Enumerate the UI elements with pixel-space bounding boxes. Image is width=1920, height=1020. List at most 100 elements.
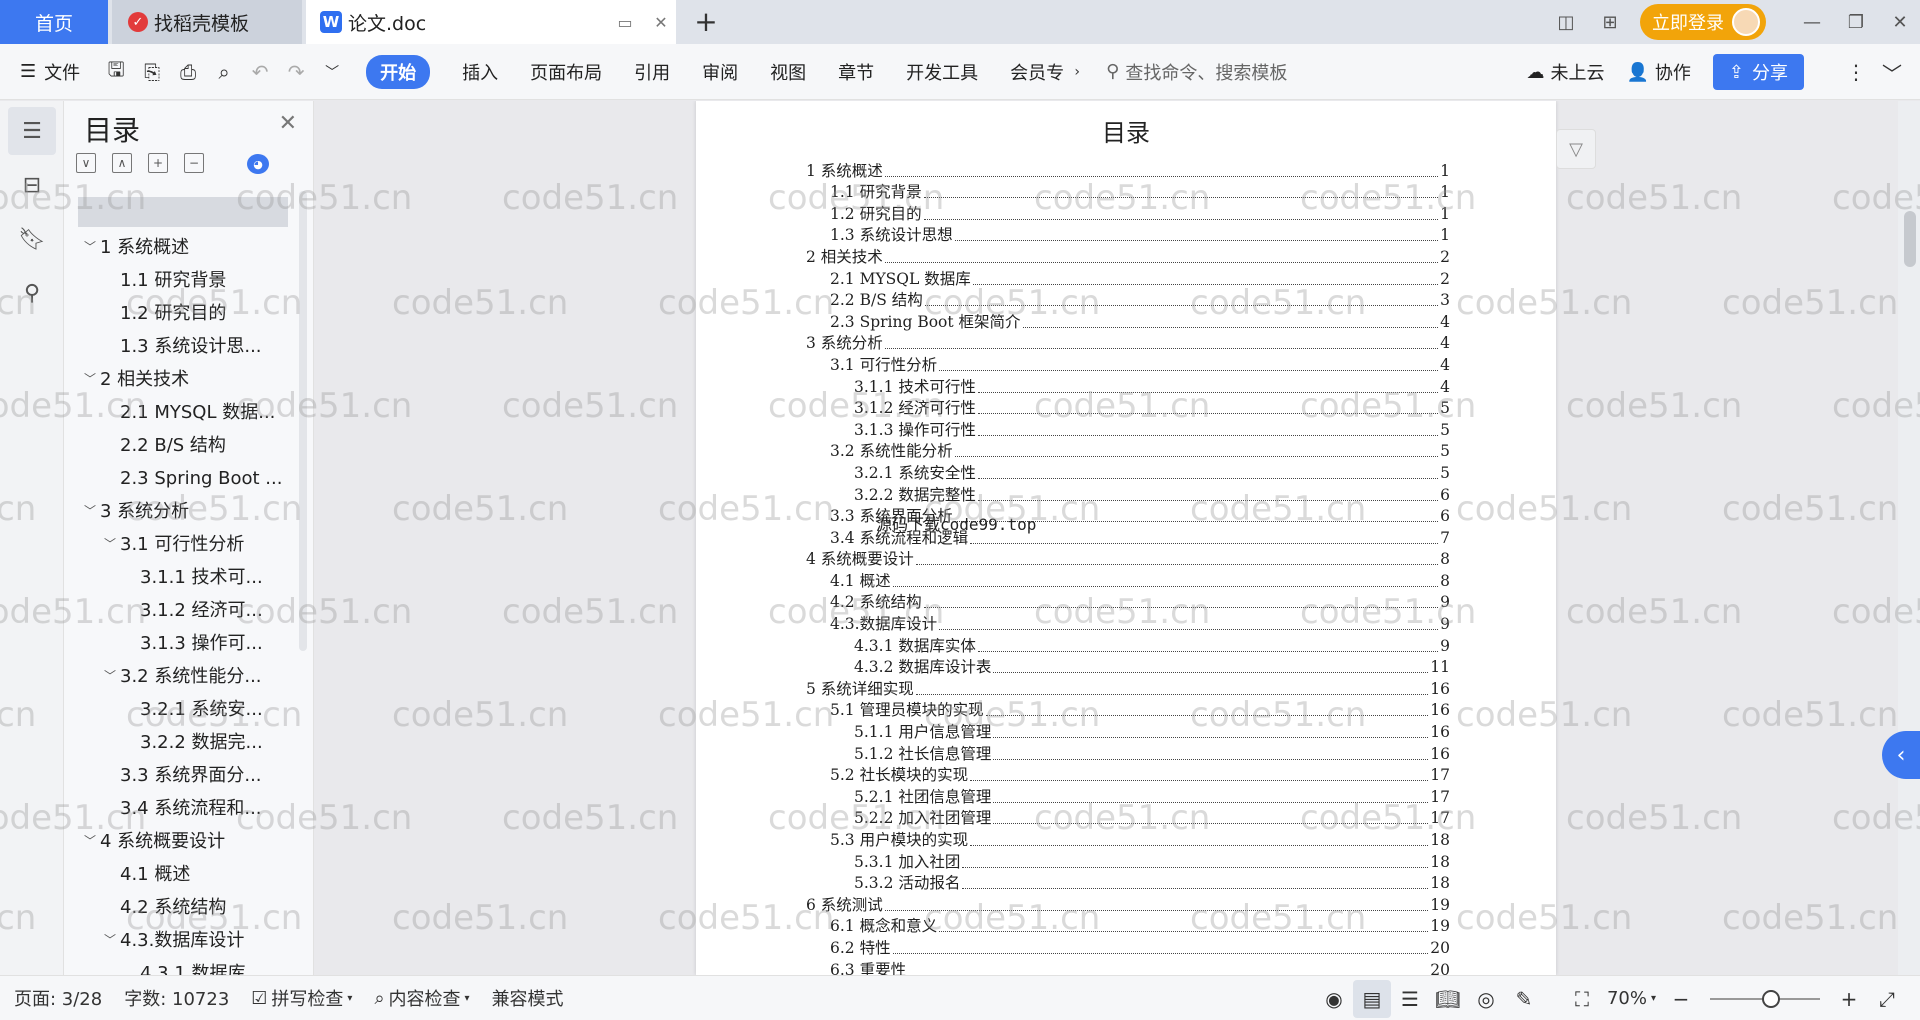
page-count[interactable]: 页面: 3/28	[14, 985, 102, 1011]
toc-panel-item[interactable]: 3.3 系统界面分...	[64, 759, 290, 792]
zoom-slider[interactable]	[1710, 989, 1820, 1008]
reading-view-icon[interactable]: 📖︎	[1429, 980, 1467, 1018]
tab-home[interactable]: 首页	[0, 0, 108, 44]
toc-line[interactable]: 6.3 重要性 20	[806, 957, 1450, 975]
toc-line[interactable]: 2 相关技术 2	[806, 244, 1450, 266]
more-options-icon[interactable]: ⋮	[1838, 54, 1874, 90]
toc-panel-item[interactable]: 3.2.1 系统安...	[64, 693, 290, 726]
toc-line[interactable]: 4 系统概要设计 8	[806, 547, 1450, 568]
toc-panel-item[interactable]: 3.1.1 技术可...	[64, 561, 290, 594]
tab-document[interactable]: W 论文.doc ▭ ✕	[306, 0, 676, 44]
toc-line[interactable]: 5.1.1 用户信息管理 16	[806, 719, 1450, 741]
toc-panel-item[interactable]: ﹀ 4.3.数据库设计	[64, 924, 290, 957]
bookmark-icon[interactable]: 🔖︎	[8, 215, 56, 263]
ai-assistant-icon[interactable]: ◕	[247, 154, 269, 174]
spell-check-button[interactable]: ☑ 拼写检查 ▾	[251, 985, 352, 1011]
tab-insert[interactable]: 插入	[462, 59, 498, 85]
toc-line[interactable]: 5 系统详细实现 16	[806, 676, 1450, 698]
eye-protect-icon[interactable]: ◉	[1315, 980, 1353, 1018]
toc-panel-item[interactable]: ﹀ 4 系统概要设计	[64, 825, 290, 858]
tab-references[interactable]: 引用	[634, 59, 670, 85]
page-filter-icon[interactable]: ▽	[1556, 129, 1596, 169]
document-page[interactable]: 目录 1 系统概述 1 1.1 研究背景 1 1.2 研究目的 1 1.3 系统设计思想 1 2…	[696, 101, 1556, 975]
toc-line[interactable]: 6.1 概念和意义 19	[806, 914, 1450, 935]
toc-nav-icon[interactable]: ☰	[8, 107, 56, 155]
outline-view-icon[interactable]: ☰	[1391, 980, 1429, 1018]
toc-panel-item[interactable]: 1.1 研究背景	[64, 264, 290, 297]
fit-page-icon[interactable]: ⛶	[1563, 980, 1601, 1018]
tab-chapter[interactable]: 章节	[838, 59, 874, 85]
toc-line[interactable]: 3.2.2 数据完整性 6	[806, 482, 1450, 504]
chevron-down-icon[interactable]: ﹀	[80, 231, 100, 264]
chevron-down-icon[interactable]: ﹀	[100, 924, 120, 957]
redo-icon[interactable]: ↷	[278, 54, 314, 90]
toc-selected-row[interactable]	[78, 197, 288, 227]
toc-panel-item[interactable]: 3.2.2 数据完...	[64, 726, 290, 759]
toc-panel-item[interactable]: 4.1 概述	[64, 858, 290, 891]
toc-line[interactable]: 3.1.1 技术可行性 4	[806, 374, 1450, 396]
restore-icon[interactable]: ❐	[1836, 0, 1876, 44]
chevron-down-icon[interactable]: ﹀	[80, 825, 100, 858]
toc-line[interactable]: 5.1 管理员模块的实现 16	[806, 698, 1450, 719]
more-tabs-icon[interactable]: ›	[1068, 54, 1086, 90]
zoom-slider-knob[interactable]	[1761, 989, 1780, 1008]
toc-line[interactable]: 1 系统概述 1	[806, 158, 1450, 180]
tab-daoke-templates[interactable]: ✓ 找稻壳模板	[112, 0, 302, 44]
toc-panel-item[interactable]: 3.1.3 操作可...	[64, 627, 290, 660]
tab-developer[interactable]: 开发工具	[906, 59, 978, 85]
toc-panel-item[interactable]: ﹀ 3.2 系统性能分...	[64, 660, 290, 693]
close-tab-icon[interactable]: ✕	[646, 7, 676, 37]
toc-line[interactable]: 1.1 研究背景 1	[806, 180, 1450, 201]
tab-view[interactable]: 视图	[770, 59, 806, 85]
save-icon[interactable]: 🖫	[98, 54, 134, 90]
toc-line[interactable]: 4.2 系统结构 9	[806, 590, 1450, 611]
toc-line[interactable]: 1.2 研究目的 1	[806, 201, 1450, 223]
toc-panel-item[interactable]: 2.2 B/S 结构	[64, 429, 290, 462]
toc-line[interactable]: 5.2.2 加入社团管理 17	[806, 806, 1450, 827]
close-icon[interactable]: ✕	[279, 111, 297, 136]
file-menu[interactable]: ☰ 文件	[20, 59, 80, 85]
collaborate-button[interactable]: 👤 协作	[1626, 59, 1690, 85]
scroll-thumb[interactable]	[1904, 211, 1916, 267]
toc-line[interactable]: 6 系统测试 19	[806, 892, 1450, 914]
toc-line[interactable]: 6.2 特性 20	[806, 935, 1450, 957]
fullscreen-icon[interactable]: ⤢	[1868, 980, 1906, 1018]
toc-panel-item[interactable]: ﹀ 1 系统概述	[64, 231, 290, 264]
collapse-ribbon-icon[interactable]: ﹀	[1874, 54, 1910, 90]
zoom-level[interactable]: 70% ▾	[1607, 988, 1656, 1009]
toc-line[interactable]: 5.3 用户模块的实现 18	[806, 827, 1450, 849]
share-button[interactable]: ⇪ 分享	[1712, 54, 1804, 90]
toc-line[interactable]: 3.1.2 经济可行性 5	[806, 396, 1450, 417]
content-check-button[interactable]: ⌕ 内容检查 ▾	[374, 985, 469, 1011]
toc-line[interactable]: 5.2 社长模块的实现 17	[806, 763, 1450, 784]
chevron-down-icon[interactable]: ﹀	[80, 363, 100, 396]
vertical-scrollbar[interactable]	[1898, 101, 1920, 975]
chevron-down-icon[interactable]: ﹀	[80, 495, 100, 528]
zoom-out-icon[interactable]: −	[1662, 980, 1700, 1018]
minimize-icon[interactable]: —	[1792, 0, 1832, 44]
page-view-icon[interactable]: ▤	[1352, 979, 1391, 1018]
toc-line[interactable]: 4.3.数据库设计 9	[806, 611, 1450, 633]
toc-panel-item[interactable]: 1.2 研究目的	[64, 297, 290, 330]
toc-panel-item[interactable]: ﹀ 3.1 可行性分析	[64, 528, 290, 561]
toc-line[interactable]: 4.3.2 数据库设计表 11	[806, 655, 1450, 676]
toc-line[interactable]: 2.2 B/S 结构 3	[806, 288, 1450, 309]
toc-scrollbar[interactable]	[299, 191, 307, 651]
toc-panel-item[interactable]: ﹀ 2 相关技术	[64, 363, 290, 396]
print-icon[interactable]: ⎙	[170, 54, 206, 90]
zoom-in-icon[interactable]: +	[1830, 980, 1868, 1018]
toc-panel-item[interactable]: 2.1 MYSQL 数据...	[64, 396, 290, 429]
close-window-icon[interactable]: ✕	[1880, 0, 1920, 44]
cloud-status[interactable]: ☁ 未上云	[1526, 59, 1604, 85]
reading-layout-icon[interactable]: ◫	[1546, 0, 1586, 44]
word-count[interactable]: 字数: 10723	[124, 985, 229, 1011]
web-view-icon[interactable]: ◎	[1467, 980, 1505, 1018]
toc-line[interactable]: 2.3 Spring Boot 框架简介 4	[806, 309, 1450, 331]
toc-panel-item[interactable]: 2.3 Spring Boot ...	[64, 462, 290, 495]
search-icon[interactable]: ⚲	[8, 269, 56, 317]
collapse-all-icon[interactable]: ∧	[112, 153, 132, 173]
toc-panel-item[interactable]: 1.3 系统设计思...	[64, 330, 290, 363]
chevron-down-icon[interactable]: ﹀	[100, 660, 120, 693]
remove-heading-icon[interactable]: −	[184, 153, 204, 173]
undo-icon[interactable]: ↶	[242, 54, 278, 90]
